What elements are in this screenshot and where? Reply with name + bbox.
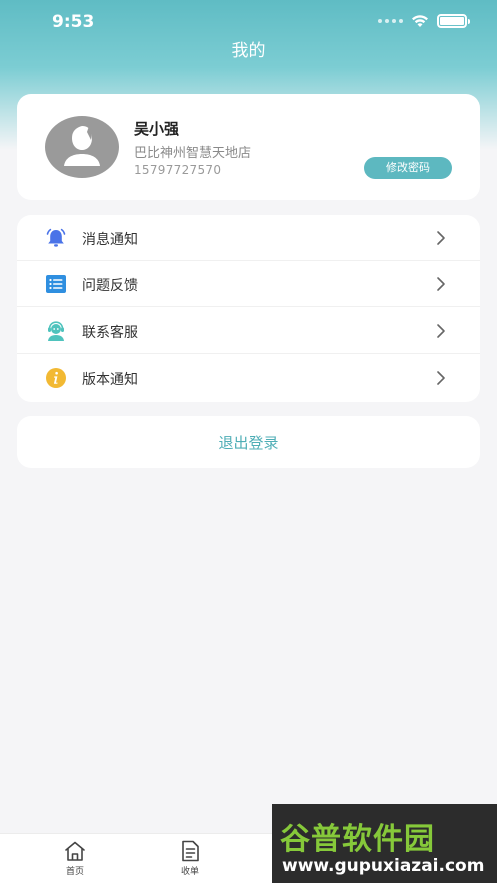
logout-button[interactable]: 退出登录 [17,416,480,468]
logout-label: 退出登录 [218,434,279,452]
status-indicators [378,14,470,28]
menu-item-label: 版本通知 [82,372,138,388]
tab-label: 首页 [65,867,84,877]
phone-number: 15797727570 [134,163,222,177]
menu-item-customer-service[interactable]: 联系客服 [17,308,480,354]
document-icon [182,840,199,862]
store-name: 巴比神州智慧天地店 [134,146,252,161]
signal-dots-icon [378,19,403,23]
home-icon [65,841,85,861]
menu-item-version[interactable]: 版本通知 [17,355,480,401]
change-password-button[interactable]: 修改密码 [364,157,452,179]
menu-item-notifications[interactable]: 消息通知 [17,215,480,261]
status-time: 9:53 [52,12,95,32]
user-avatar-icon [64,126,100,166]
menu-item-label: 联系客服 [82,325,138,341]
tab-home[interactable]: 首页 [45,840,105,877]
menu-item-feedback[interactable]: 问题反馈 [17,261,480,307]
info-icon [46,368,66,388]
watermark-url: www.gupuxiazai.com [282,856,485,876]
chevron-right-icon [437,231,445,245]
watermark-title: 谷普软件园 [280,822,435,857]
avatar[interactable] [45,116,119,178]
chevron-right-icon [437,371,445,385]
chevron-right-icon [437,277,445,291]
tab-label: 收单 [180,867,199,877]
tab-orders[interactable]: 收单 [160,840,220,877]
wifi-icon [412,15,428,27]
support-agent-icon [48,321,64,341]
menu-item-label: 问题反馈 [82,278,138,294]
menu-card: 消息通知 问题反馈 联系客服 版本通知 [17,215,480,402]
user-name: 吴小强 [134,120,180,138]
chevron-right-icon [437,324,445,338]
battery-icon [437,14,470,28]
menu-item-label: 消息通知 [82,232,138,248]
page-title: 我的 [231,41,266,61]
list-icon [46,275,66,293]
bell-icon [46,228,66,247]
watermark-logo: 谷普软件园 www.gupuxiazai.com [272,804,497,883]
profile-card: 吴小强 巴比神州智慧天地店 15797727570 修改密码 [17,94,480,200]
